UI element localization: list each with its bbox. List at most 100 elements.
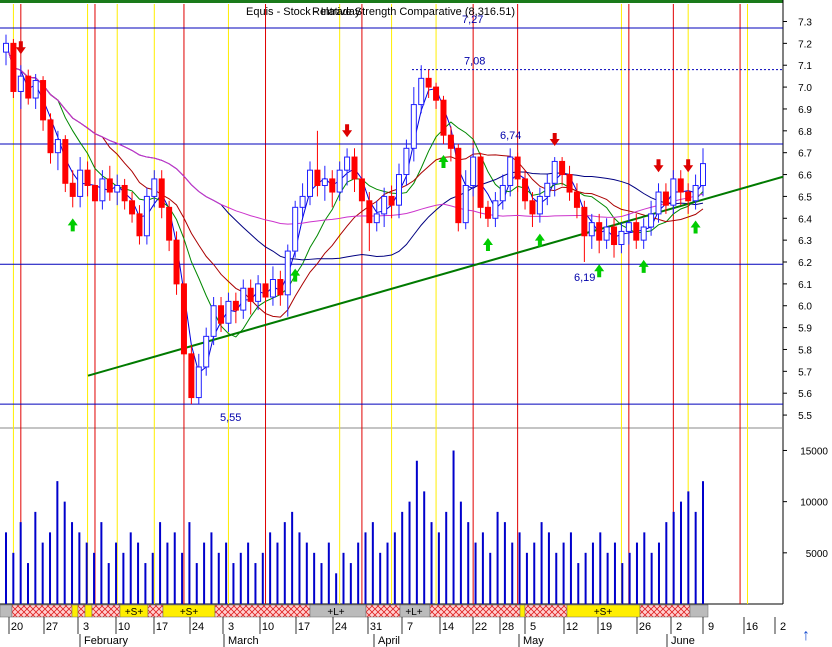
scroll-up-arrow-icon: ↑	[802, 627, 810, 644]
candle-body	[240, 287, 247, 311]
candle-body	[440, 99, 447, 136]
x-tick-label: 26	[639, 621, 651, 633]
stock-chart: 7.3 7.2 7.1 7.0 6.9 6.8 6.7 6.6 6.5 6.4 6.3 6.2 6.1 6…	[0, 0, 832, 647]
candle-body	[232, 300, 239, 311]
phase-segment	[91, 604, 121, 618]
candle-body	[158, 178, 165, 208]
candle-body	[329, 178, 336, 193]
candle-body	[314, 169, 321, 186]
candle-body	[551, 160, 558, 184]
candle-body	[292, 206, 299, 252]
candle-body	[247, 287, 254, 302]
x-tick-label: 3	[83, 621, 89, 633]
price-tick-label: 6.3	[798, 236, 812, 247]
candle-body	[10, 42, 17, 92]
candle-body	[218, 305, 225, 324]
candle-body	[433, 86, 440, 101]
candle-body	[262, 283, 269, 298]
x-tick-label: 22	[475, 621, 487, 633]
candle-body	[77, 169, 84, 197]
phase-segment	[524, 604, 568, 618]
price-tick-label: 7.3	[798, 17, 812, 28]
candle-body	[91, 184, 98, 202]
price-tick-label: 6.8	[798, 127, 812, 138]
candle-body	[114, 184, 121, 193]
phase-label: +S+	[594, 607, 613, 618]
candle-body	[121, 184, 128, 202]
phase-label: +S+	[125, 607, 144, 618]
x-tick-label: 2	[780, 621, 786, 633]
candle-body	[388, 195, 395, 206]
candle-body	[492, 200, 499, 219]
volume-tick-label: 10000	[800, 498, 828, 509]
chart-title-overlay: Relative Strength Comparative (8,316.51)	[312, 6, 515, 18]
candle-body	[277, 279, 284, 296]
candle-body	[40, 80, 47, 121]
candle-body	[106, 178, 113, 193]
candle-body	[700, 163, 706, 186]
candle-body	[447, 134, 454, 149]
x-tick-label: 24	[335, 621, 347, 633]
candle-body	[618, 230, 625, 246]
top-bar	[0, 0, 783, 3]
candle-body	[403, 147, 410, 176]
phase-segment	[11, 604, 73, 618]
x-tick-label: 20	[11, 621, 23, 633]
x-tick-label: 2	[676, 621, 682, 633]
candle-body	[151, 178, 158, 197]
phase-segment	[639, 604, 691, 618]
candle-body	[425, 77, 432, 88]
candle-body	[581, 206, 588, 237]
candle-body	[321, 178, 328, 186]
candle-body	[566, 174, 573, 193]
candle-body	[307, 169, 314, 197]
phase-segment	[365, 604, 401, 618]
price-tick-label: 6.6	[798, 171, 812, 182]
price-tick-label: 6.1	[798, 280, 812, 291]
month-label: February	[84, 635, 129, 647]
candle-body	[499, 184, 506, 202]
volume-tick-label: 15000	[800, 446, 828, 457]
candle-body	[255, 283, 262, 302]
price-tick-label: 6.7	[798, 149, 812, 160]
phase-segment	[71, 604, 79, 618]
candle-body	[692, 184, 699, 202]
price-tick-label: 5.5	[798, 411, 812, 422]
price-tick-label: 6.5	[798, 192, 812, 203]
price-tick-label: 5.6	[798, 389, 812, 400]
candle-body	[410, 104, 417, 149]
phase-segment	[429, 604, 521, 618]
month-label: June	[671, 635, 695, 647]
x-tick-label: 24	[192, 621, 204, 633]
candle-body	[544, 182, 551, 197]
level-label: 7,08	[464, 56, 485, 68]
candle-body	[640, 226, 647, 241]
candle-body	[588, 222, 595, 237]
x-tick-label: 12	[566, 621, 578, 633]
x-tick-label: 7	[407, 621, 413, 633]
volume-tick-label: 5000	[806, 549, 829, 560]
price-tick-label: 6.4	[798, 214, 812, 225]
price-tick-label: 7.1	[798, 61, 812, 72]
candle-body	[54, 139, 61, 154]
phase-label: +L+	[327, 607, 344, 618]
x-tick-label: 17	[298, 621, 310, 633]
candle-body	[514, 156, 521, 180]
candle-body	[62, 139, 69, 184]
x-tick-label: 19	[600, 621, 612, 633]
phase-segment	[147, 604, 164, 618]
candle-body	[344, 156, 351, 171]
x-tick-label: 14	[442, 621, 454, 633]
month-label: March	[228, 635, 259, 647]
candle-body	[210, 305, 217, 337]
candle-body	[462, 184, 469, 224]
candle-body	[195, 366, 202, 399]
candle-body	[470, 156, 477, 186]
candle-body	[366, 200, 373, 224]
x-tick-label: 17	[156, 621, 168, 633]
candle-body	[3, 42, 9, 53]
candle-body	[573, 191, 580, 208]
phase-segment	[77, 604, 86, 618]
phase-label: +S+	[180, 607, 199, 618]
candle-body	[625, 222, 632, 232]
